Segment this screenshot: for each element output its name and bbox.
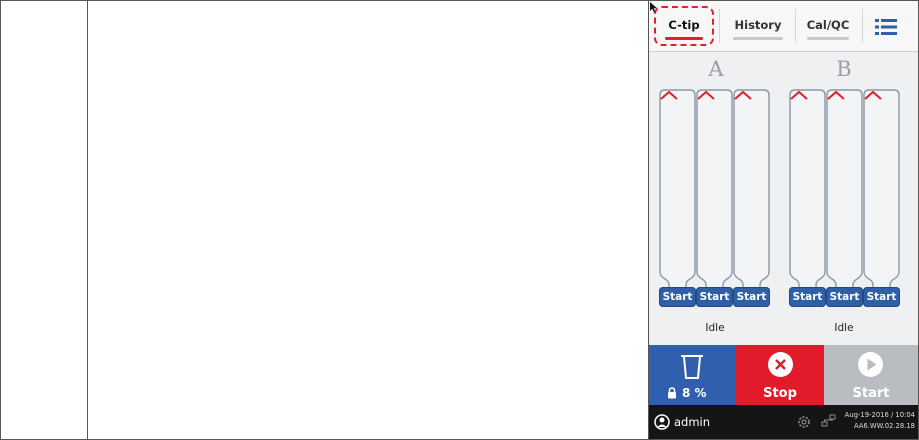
instrument-screen: C-tip History Cal/QC A B Start Start Sta… [649, 1, 918, 439]
stop-button[interactable]: Stop [736, 345, 824, 405]
cursor-icon [650, 2, 657, 13]
group-b-label: B [836, 57, 852, 81]
chevron-up-icon[interactable] [696, 89, 716, 101]
tab-label: Cal/QC [806, 18, 850, 32]
chevron-up-icon[interactable] [863, 89, 883, 101]
datetime-block: Aug-19-2016 / 10:04 AA6.WW.02.28.18 [845, 410, 915, 432]
tab-highlight-box [654, 6, 714, 46]
waste-level-row: 8 % [667, 386, 707, 400]
waste-level-value: 8 % [682, 386, 707, 400]
play-circle-icon [858, 352, 883, 377]
start-button-b3[interactable]: Start [863, 287, 900, 307]
channel-a2: Start [696, 89, 733, 319]
chevron-up-icon[interactable] [733, 89, 753, 101]
tab-separator [862, 9, 863, 43]
tab-underline [733, 37, 783, 40]
close-circle-icon [768, 352, 793, 377]
version: AA6.WW.02.28.18 [853, 422, 915, 430]
list-menu-icon[interactable] [869, 14, 903, 40]
start-button-b1[interactable]: Start [789, 287, 826, 307]
group-b-status: Idle [834, 322, 854, 334]
chevron-up-icon[interactable] [659, 89, 679, 101]
status-bar: admin Aug-19-2016 / 10:04 AA6.WW.02.28.1… [649, 405, 918, 439]
stop-label: Stop [763, 386, 797, 401]
user-icon [654, 414, 670, 430]
start-button-a2[interactable]: Start [696, 287, 733, 307]
column-divider [87, 0, 88, 440]
tab-bar: C-tip History Cal/QC [649, 1, 918, 52]
gear-icon[interactable] [796, 414, 812, 430]
tab-cal-qc[interactable]: Cal/QC [797, 1, 859, 51]
group-a-status: Idle [705, 322, 725, 334]
channel-b3: Start [863, 89, 900, 319]
start-button-a1[interactable]: Start [659, 287, 696, 307]
datetime: Aug-19-2016 / 10:04 [844, 411, 915, 419]
lock-icon [668, 387, 676, 399]
start-all-button[interactable]: Start [824, 345, 918, 405]
chevron-up-icon[interactable] [826, 89, 846, 101]
username[interactable]: admin [674, 415, 710, 429]
start-button-a3[interactable]: Start [733, 287, 770, 307]
network-icon [821, 414, 836, 427]
tab-separator [795, 9, 796, 43]
tab-underline [807, 37, 849, 40]
start-all-label: Start [852, 386, 890, 401]
channel-a1: Start [659, 89, 696, 319]
tab-separator [719, 9, 720, 43]
waste-panel[interactable]: 8 % [649, 345, 736, 405]
start-button-b2[interactable]: Start [826, 287, 863, 307]
trash-icon [681, 355, 703, 379]
tab-label: History [734, 18, 782, 32]
channel-a3: Start [733, 89, 770, 319]
chevron-up-icon[interactable] [789, 89, 809, 101]
tab-history[interactable]: History [723, 1, 793, 51]
channel-b1: Start [789, 89, 826, 319]
group-a-label: A [708, 57, 724, 81]
channel-b2: Start [826, 89, 863, 319]
